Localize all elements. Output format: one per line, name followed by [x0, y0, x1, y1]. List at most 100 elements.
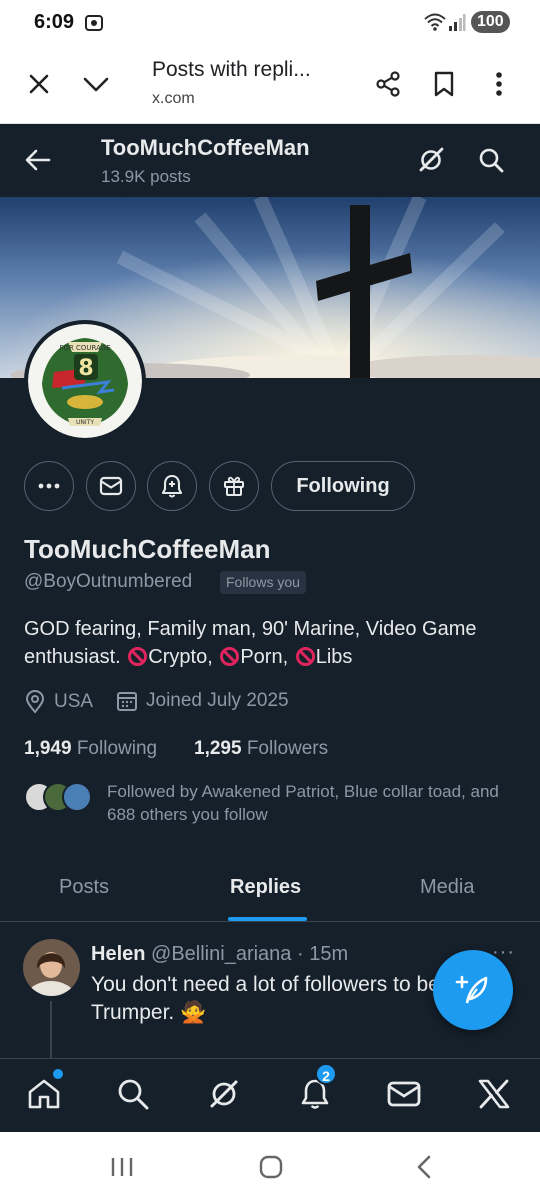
joined-text: Joined July 2025: [146, 690, 289, 711]
location-pin-icon: [25, 690, 45, 714]
battery-indicator: 100: [471, 11, 510, 33]
prohibited-icon: [128, 647, 148, 666]
svg-text:UNITY: UNITY: [76, 419, 94, 426]
android-navigation-bar: [0, 1132, 540, 1200]
grok-icon: [210, 1080, 238, 1108]
following-label: Following: [76, 738, 158, 759]
mail-icon: [387, 1081, 421, 1107]
post-author-name[interactable]: Helen: [91, 943, 145, 965]
bio-item: Libs: [315, 646, 353, 668]
calendar-icon: [117, 692, 137, 711]
mail-icon: [99, 476, 123, 496]
gift-icon: [224, 476, 244, 496]
notify-button[interactable]: [147, 461, 197, 511]
nav-grok[interactable]: [201, 1071, 247, 1117]
profile-handle: @BoyOutnumbered: [24, 571, 193, 592]
browser-url: x.com: [152, 90, 195, 107]
followers-label: Followers: [246, 738, 329, 759]
post-header: Helen @Bellini_ariana · 15m: [91, 943, 348, 966]
following-count: 1,949: [24, 738, 72, 759]
following-stat[interactable]: 1,949 Following: [24, 738, 157, 760]
post-timestamp[interactable]: · 15m: [297, 943, 348, 965]
more-horizontal-icon: [38, 483, 60, 489]
profile-avatar[interactable]: FOR COURAGE 8 UNITY: [24, 320, 146, 442]
svg-text:FOR COURAGE: FOR COURAGE: [59, 344, 110, 352]
arrow-left-icon: [25, 149, 51, 171]
more-vertical-icon: [496, 72, 502, 96]
wifi-icon: [424, 12, 446, 37]
nav-search[interactable]: [110, 1071, 156, 1117]
home-unread-dot: [53, 1069, 63, 1079]
feather-plus-icon: [455, 975, 488, 1004]
browser-menu-button[interactable]: [479, 64, 519, 104]
close-tab-button[interactable]: [19, 64, 59, 104]
following-button[interactable]: Following: [271, 461, 415, 511]
profile-page: TooMuchCoffeeMan 13.9K posts FOR COURAGE…: [0, 124, 540, 1132]
header-posts-count: 13.9K posts: [101, 167, 191, 186]
bell-plus-icon: [161, 474, 183, 498]
nav-messages[interactable]: [381, 1071, 427, 1117]
share-icon: [376, 71, 400, 97]
followed-by-avatars[interactable]: [24, 782, 94, 814]
tab-media[interactable]: Media: [420, 876, 474, 899]
post-author-handle[interactable]: @Bellini_ariana: [151, 943, 291, 965]
profile-display-name: TooMuchCoffeeMan: [24, 534, 271, 564]
home-system-button[interactable]: [256, 1152, 286, 1182]
share-button[interactable]: [368, 64, 408, 104]
signal-icon: [448, 12, 466, 37]
profile-header-bar: TooMuchCoffeeMan 13.9K posts: [0, 124, 540, 197]
browser-toolbar: Posts with repli... x.com: [0, 46, 540, 124]
status-bar: 6:09 100: [0, 0, 540, 46]
follows-you-badge: Follows you: [220, 571, 306, 594]
bookmark-button[interactable]: [424, 64, 464, 104]
message-button[interactable]: [86, 461, 136, 511]
bio-item: Crypto,: [148, 646, 213, 668]
bookmark-icon: [434, 71, 454, 97]
bottom-navigation: 2: [0, 1058, 540, 1132]
prohibited-icon: [295, 647, 315, 666]
grok-button[interactable]: [412, 141, 450, 179]
active-tab-indicator: [228, 917, 307, 921]
header-profile-name: TooMuchCoffeeMan: [101, 135, 310, 160]
nav-x[interactable]: [471, 1071, 517, 1117]
search-icon: [118, 1079, 149, 1110]
back-button[interactable]: [20, 142, 56, 178]
close-icon: [29, 74, 49, 94]
profile-joined: Joined July 2025: [116, 690, 289, 712]
followed-by-text[interactable]: Followed by Awakened Patriot, Blue colla…: [107, 780, 527, 826]
profile-bio: GOD fearing, Family man, 90' Marine, Vid…: [24, 615, 524, 671]
collapse-button[interactable]: [76, 64, 116, 104]
subscribe-gift-button[interactable]: [209, 461, 259, 511]
home-icon: [28, 1079, 60, 1109]
followers-count: 1,295: [194, 738, 242, 759]
home-circle-icon: [259, 1155, 283, 1179]
tab-replies[interactable]: Replies: [230, 876, 301, 899]
search-button[interactable]: [472, 141, 510, 179]
chevron-down-icon: [83, 77, 109, 92]
status-time: 6:09: [34, 11, 75, 33]
unit-insignia-image: FOR COURAGE 8 UNITY: [28, 324, 142, 438]
screenshot-notification-icon: [84, 13, 104, 38]
location-text: USA: [54, 691, 94, 712]
more-options-button[interactable]: [24, 461, 74, 511]
grok-icon: [419, 147, 444, 172]
bio-item: Porn,: [240, 646, 289, 668]
profile-location: USA: [24, 690, 93, 714]
search-icon: [479, 148, 504, 173]
prohibited-icon: [220, 647, 240, 666]
x-logo-icon: [478, 1079, 510, 1109]
recent-apps-button[interactable]: [107, 1152, 137, 1182]
system-back-button[interactable]: [409, 1152, 439, 1182]
svg-text:8: 8: [78, 356, 93, 381]
notifications-badge: 2: [315, 1063, 337, 1085]
tab-posts[interactable]: Posts: [59, 876, 109, 899]
chevron-left-icon: [417, 1155, 431, 1179]
avatar: [62, 782, 92, 812]
browser-page-title: Posts with repli...: [152, 58, 311, 81]
profile-tabs: Posts Replies Media: [0, 854, 540, 922]
avatar-photo: [23, 939, 80, 996]
followers-stat[interactable]: 1,295 Followers: [194, 738, 328, 760]
compose-post-button[interactable]: [433, 950, 513, 1030]
recent-apps-icon: [111, 1158, 133, 1176]
avatar[interactable]: [23, 939, 80, 996]
